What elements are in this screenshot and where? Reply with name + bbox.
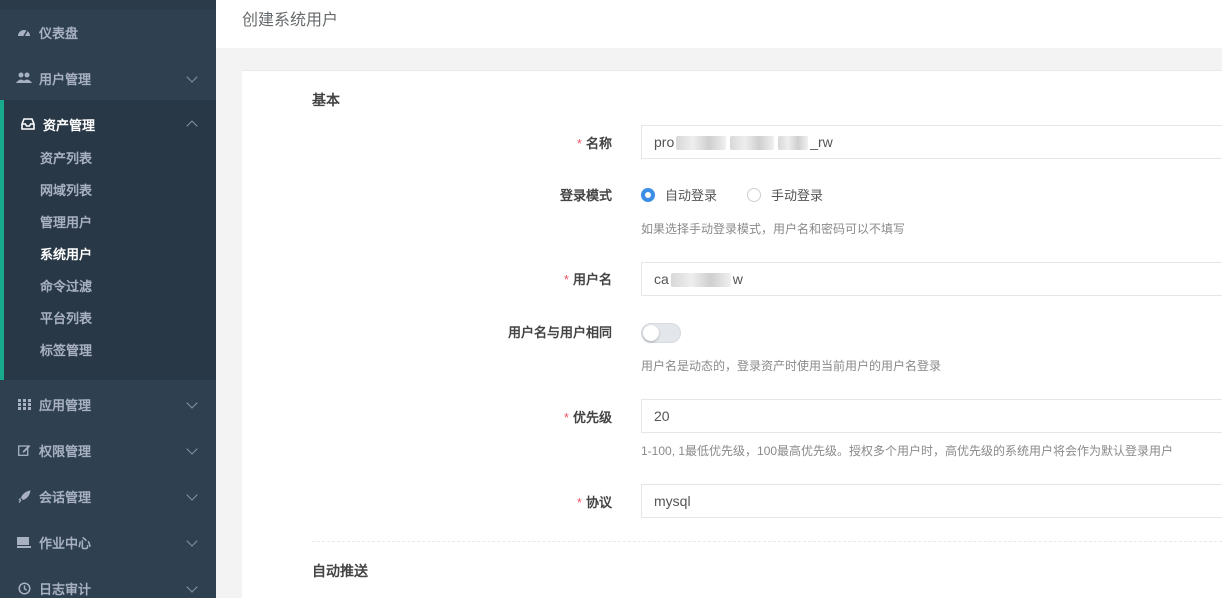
sidebar-item-label: 仪表盘 (39, 25, 79, 41)
sidebar-item-user-management[interactable]: 用户管理 (0, 55, 216, 101)
sidebar-item-dashboard[interactable]: 仪表盘 (0, 9, 216, 55)
sidebar-item-label: 权限管理 (39, 443, 92, 459)
inbox-icon (20, 117, 36, 131)
chevron-down-icon (186, 581, 198, 593)
sidebar-subitem-platform-list[interactable]: 平台列表 (40, 309, 92, 329)
name-value-end: _rw (810, 134, 833, 150)
toggle-knob (643, 325, 659, 341)
required-asterisk: * (576, 495, 582, 510)
edit-icon (16, 443, 32, 457)
sidebar-item-asset-management[interactable]: 资产管理 (0, 101, 216, 147)
protocol-label: * 协议 (412, 492, 612, 511)
protocol-select[interactable]: mysql (641, 484, 1222, 518)
sidebar-item-session-management[interactable]: 会话管理 (0, 473, 216, 519)
radio-auto-login-label[interactable]: 自动登录 (665, 185, 717, 204)
chevron-down-icon (186, 489, 198, 501)
required-asterisk: * (563, 410, 569, 425)
login-mode-radio-group: 自动登录 手动登录 (641, 185, 853, 204)
sidebar-item-label: 日志审计 (39, 581, 92, 597)
sidebar-item-label: 用户管理 (39, 71, 92, 87)
priority-value: 20 (654, 408, 670, 424)
section-title-basic: 基本 (312, 92, 340, 108)
username-label: * 用户名 (412, 269, 612, 288)
same-user-label: 用户名与用户相同 (507, 325, 612, 340)
rocket-icon (16, 489, 32, 503)
chevron-down-icon (186, 71, 198, 83)
priority-help: 1-100, 1最低优先级，100最高优先级。授权多个用户时，高优先级的系统用户… (641, 444, 1174, 458)
username-input[interactable]: ca w (641, 262, 1222, 296)
chevron-down-icon (186, 535, 198, 547)
terminal-icon (16, 535, 32, 549)
priority-input[interactable]: 20 (641, 399, 1222, 433)
sidebar-subitem-system-user[interactable]: 系统用户 (40, 245, 92, 265)
sidebar-subitem-domain-list[interactable]: 网域列表 (40, 181, 92, 201)
protocol-label-text: 协议 (585, 495, 612, 510)
grid-icon (16, 397, 32, 411)
priority-label-text: 优先级 (572, 410, 612, 425)
name-label-text: 名称 (585, 136, 612, 151)
sidebar: 仪表盘 用户管理 资产管理 资产列表 网域列表 管理用户 系统用户 命令过滤 平… (0, 0, 216, 598)
history-icon (16, 581, 32, 595)
username-label-text: 用户名 (572, 272, 612, 287)
page-title: 创建系统用户 (242, 12, 339, 29)
chevron-down-icon (186, 443, 198, 455)
required-asterisk: * (563, 272, 569, 287)
redacted-text (670, 273, 731, 288)
section-divider (312, 541, 1222, 542)
redacted-text (778, 136, 809, 151)
priority-label: * 优先级 (412, 407, 612, 426)
same-user-help: 用户名是动态的，登录资产时使用当前用户的用户名登录 (641, 359, 942, 373)
same-user-toggle[interactable] (641, 323, 681, 343)
redacted-text (676, 136, 727, 151)
username-value-end: w (732, 271, 743, 287)
sidebar-subitem-asset-list[interactable]: 资产列表 (40, 149, 92, 169)
chevron-up-icon (186, 120, 198, 132)
page-header: 创建系统用户 (216, 0, 1222, 48)
users-icon (16, 71, 32, 85)
sidebar-item-label: 会话管理 (39, 489, 92, 505)
sidebar-item-log-audit[interactable]: 日志审计 (0, 565, 216, 598)
sidebar-item-label: 资产管理 (43, 117, 96, 133)
name-input[interactable]: pro _rw (641, 125, 1222, 159)
sidebar-subitem-admin-user[interactable]: 管理用户 (40, 213, 92, 233)
chevron-down-icon (186, 397, 198, 409)
name-value-start: pro (654, 134, 675, 150)
section-title-auto-push: 自动推送 (312, 563, 368, 579)
sidebar-item-job-center[interactable]: 作业中心 (0, 519, 216, 565)
form-panel: 基本 * 名称 pro _rw 登录模式 自动登录 手动登录 如果选择手动登录模式，… (242, 70, 1222, 598)
radio-auto-login[interactable] (641, 187, 655, 202)
login-mode-label: 登录模式 (559, 188, 612, 203)
sidebar-item-label: 作业中心 (39, 535, 92, 551)
sidebar-group-asset-management: 资产管理 资产列表 网域列表 管理用户 系统用户 命令过滤 平台列表 标签管理 (0, 100, 216, 380)
sidebar-item-app-management[interactable]: 应用管理 (0, 381, 216, 427)
name-label: * 名称 (412, 133, 612, 152)
login-mode-help: 如果选择手动登录模式，用户名和密码可以不填写 (641, 222, 906, 236)
radio-manual-login[interactable] (747, 187, 762, 202)
protocol-value: mysql (654, 493, 691, 509)
username-value-start: ca (654, 271, 669, 287)
sidebar-subitem-label-management[interactable]: 标签管理 (40, 341, 92, 361)
sidebar-item-label: 应用管理 (39, 397, 92, 413)
radio-manual-login-label[interactable]: 手动登录 (771, 185, 823, 204)
redacted-text (730, 136, 775, 151)
required-asterisk: * (576, 136, 582, 151)
sidebar-subitem-command-filter[interactable]: 命令过滤 (40, 277, 92, 297)
dashboard-icon (16, 25, 32, 39)
sidebar-item-permission-management[interactable]: 权限管理 (0, 427, 216, 473)
